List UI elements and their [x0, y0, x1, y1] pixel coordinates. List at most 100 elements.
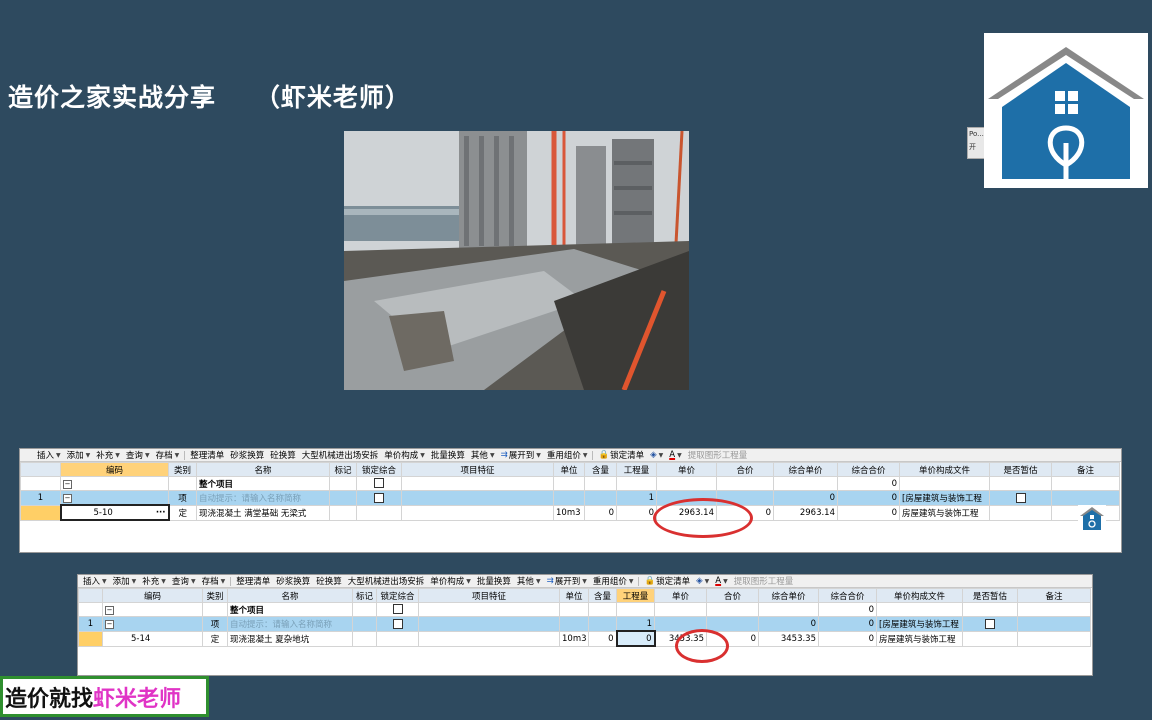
cell-comp-total[interactable]: 0	[818, 616, 877, 632]
font-color-icon[interactable]: A ▼	[666, 450, 684, 460]
provisional-checkbox[interactable]	[962, 616, 1018, 632]
col-provisional[interactable]: 是否暂估	[989, 462, 1052, 477]
cell-unit[interactable]: 10m3	[553, 504, 585, 521]
cell-name[interactable]: 自动提示：请输入名称简称	[196, 490, 330, 506]
cell-code[interactable]: 5-10 ···	[59, 504, 170, 521]
cell-quantity[interactable]: 1	[616, 616, 655, 632]
col-quantity[interactable]: 工程量	[616, 588, 655, 603]
lock-checkbox[interactable]	[376, 602, 419, 617]
toolbar-unit-price-composition[interactable]: 单价构成 ▼	[381, 449, 428, 461]
toolbar-insert[interactable]: 插入 ▼	[80, 575, 110, 587]
toolbar-concrete-convert[interactable]: 砼换算	[313, 575, 345, 587]
cell-comp-price[interactable]: 3453.35	[758, 630, 819, 647]
col-price-file[interactable]: 单价构成文件	[876, 588, 963, 603]
lock-checkbox[interactable]	[356, 476, 402, 491]
col-type[interactable]: 类别	[168, 462, 197, 477]
provisional-checkbox[interactable]	[989, 490, 1052, 506]
cell-name[interactable]: 现浇混凝土 夏杂地坑	[227, 630, 353, 647]
cell-content[interactable]: 0	[584, 504, 617, 521]
toolbar-batch-convert[interactable]: 批量换算	[428, 449, 468, 461]
col-code[interactable]: 编码	[60, 462, 169, 477]
col-comp-price[interactable]: 综合单价	[773, 462, 838, 477]
cell-comp-total[interactable]: 0	[818, 602, 877, 617]
col-type[interactable]: 类别	[202, 588, 228, 603]
col-provisional[interactable]: 是否暂估	[962, 588, 1018, 603]
col-comp-total[interactable]: 综合合价	[818, 588, 877, 603]
col-content[interactable]: 含量	[584, 462, 617, 477]
toolbar-add[interactable]: 添加 ▼	[110, 575, 140, 587]
cell-quantity[interactable]: 0	[615, 630, 656, 647]
toolbar-batch-convert[interactable]: 批量换算	[474, 575, 514, 587]
toolbar-lock-list[interactable]: 🔒 锁定清单	[595, 449, 647, 461]
fill-color-icon[interactable]: ◈ ▼	[693, 576, 712, 586]
cell-type[interactable]: 项	[202, 616, 228, 632]
col-unit[interactable]: 单位	[553, 462, 585, 477]
toolbar-concrete-convert[interactable]: 砼换算	[267, 449, 299, 461]
col-quantity[interactable]: 工程量	[616, 462, 657, 477]
toolbar-machinery[interactable]: 大型机械进出场安拆	[299, 449, 382, 461]
cell-content[interactable]: 0	[588, 630, 617, 647]
col-unit-price[interactable]: 单价	[656, 462, 717, 477]
toolbar-unit-price-composition[interactable]: 单价构成 ▼	[427, 575, 474, 587]
cell-name[interactable]: 自动提示：请输入名称简称	[227, 616, 353, 632]
cell-comp-total[interactable]: 0	[837, 504, 900, 521]
cell-type[interactable]: 定	[168, 504, 197, 521]
toolbar-other[interactable]: 其他 ▼	[468, 449, 498, 461]
col-unit-price[interactable]: 单价	[654, 588, 707, 603]
cell-price-file[interactable]: 房屋建筑与装饰工程	[899, 504, 990, 521]
cell-price-file[interactable]: 房屋建筑与装饰工程	[876, 630, 963, 647]
col-amount[interactable]: 合价	[716, 462, 774, 477]
collapse-toggle[interactable]: −	[60, 490, 169, 506]
toolbar-query[interactable]: 查询 ▼	[123, 449, 153, 461]
cell-comp-total[interactable]: 0	[818, 630, 877, 647]
toolbar-reuse-pricing[interactable]: 重用组价 ▼	[590, 575, 637, 587]
cell-name[interactable]: 整个项目	[227, 602, 353, 617]
toolbar-archive[interactable]: 存档 ▼	[199, 575, 229, 587]
lock-checkbox[interactable]	[356, 490, 402, 506]
toolbar-mortar-convert[interactable]: 砂浆换算	[273, 575, 313, 587]
toolbar-mortar-convert[interactable]: 砂浆换算	[227, 449, 267, 461]
col-remark[interactable]: 备注	[1051, 462, 1120, 477]
collapse-toggle[interactable]: −	[102, 616, 203, 632]
col-comp-total[interactable]: 综合合价	[837, 462, 900, 477]
toolbar-machinery[interactable]: 大型机械进出场安拆	[345, 575, 428, 587]
cell-comp-total[interactable]: 0	[837, 490, 900, 506]
toolbar-other[interactable]: 其他 ▼	[514, 575, 544, 587]
col-price-file[interactable]: 单价构成文件	[899, 462, 990, 477]
cell-type[interactable]: 定	[202, 630, 228, 647]
col-feature[interactable]: 项目特征	[418, 588, 560, 603]
toolbar-reuse-pricing[interactable]: 重用组价 ▼	[544, 449, 591, 461]
toolbar-expand-to[interactable]: ⇉ 展开到 ▼	[498, 449, 544, 461]
table-row[interactable]: − 整个项目 0	[20, 476, 1120, 491]
cell-type[interactable]: 项	[168, 490, 197, 506]
cell-code[interactable]: 5-14	[102, 630, 203, 647]
col-name[interactable]: 名称	[196, 462, 330, 477]
cell-comp-price[interactable]: 2963.14	[773, 504, 838, 521]
col-content[interactable]: 含量	[588, 588, 617, 603]
table-row[interactable]: 1 − 项 自动提示：请输入名称简称 1 0 0 [房屋建筑与装饰工程	[78, 616, 1091, 632]
col-unit[interactable]: 单位	[559, 588, 589, 603]
col-amount[interactable]: 合价	[706, 588, 759, 603]
table-row[interactable]: 5-10 ··· 定 现浇混凝土 满堂基础 无梁式 10m3 0 0 2963.1…	[20, 504, 1120, 521]
table-row[interactable]: 5-14 定 现浇混凝土 夏杂地坑 10m3 0 0 3453.35 0 345…	[78, 630, 1091, 647]
col-lock[interactable]: 锁定综合	[356, 462, 402, 477]
toolbar-organize-list[interactable]: 整理清单	[187, 449, 227, 461]
toolbar-lock-list[interactable]: 🔒 锁定清单	[641, 575, 693, 587]
cell-comp-price[interactable]: 0	[758, 616, 819, 632]
toolbar-query[interactable]: 查询 ▼	[169, 575, 199, 587]
cell-comp-total[interactable]: 0	[837, 476, 900, 491]
more-icon[interactable]: ···	[156, 508, 166, 518]
toolbar-supplement[interactable]: 补充 ▼	[139, 575, 169, 587]
toolbar-add[interactable]: 添加 ▼	[64, 449, 94, 461]
col-lock[interactable]: 锁定综合	[376, 588, 419, 603]
cell-name[interactable]: 整个项目	[196, 476, 330, 491]
cell-quantity[interactable]: 0	[616, 504, 657, 521]
collapse-toggle[interactable]: −	[102, 602, 203, 617]
toolbar-expand-to[interactable]: ⇉ 展开到 ▼	[544, 575, 590, 587]
col-comp-price[interactable]: 综合单价	[758, 588, 819, 603]
fill-color-icon[interactable]: ◈ ▼	[647, 450, 666, 460]
cell-comp-price[interactable]: 0	[773, 490, 838, 506]
cell-price-file[interactable]: [房屋建筑与装饰工程	[899, 490, 990, 506]
col-name[interactable]: 名称	[227, 588, 353, 603]
col-feature[interactable]: 项目特征	[401, 462, 554, 477]
